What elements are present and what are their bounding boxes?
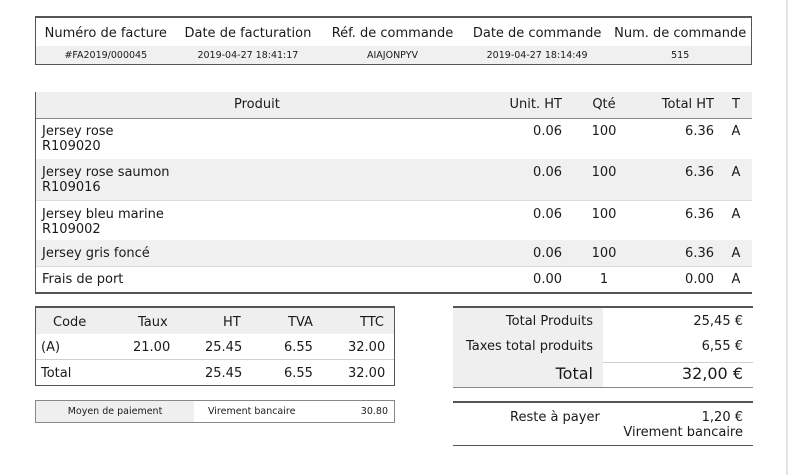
- payment-method-label: Moyen de paiement: [36, 401, 194, 422]
- invoice-info-table: Numéro de facture Date de facturation Ré…: [35, 16, 752, 65]
- tax-total-label: Total: [41, 366, 72, 381]
- product-name: Jersey rose: [42, 124, 114, 139]
- product-tax-code: A: [731, 246, 741, 261]
- product-tax-code: A: [731, 272, 741, 287]
- tax-total-tva: 6.55: [284, 366, 313, 381]
- payment-amount: 30.80: [360, 406, 388, 417]
- tax-row-rate: 21.00: [133, 340, 171, 355]
- order-number: 515: [671, 49, 690, 61]
- product-name: Jersey bleu marine: [42, 207, 164, 222]
- product-ref: R109020: [42, 139, 101, 154]
- header-quantity: Qté: [592, 97, 616, 112]
- product-unit-price: 0.06: [533, 165, 562, 180]
- tax-header-tva: TVA: [288, 315, 313, 330]
- tax-row-ttc: 32.00: [348, 340, 386, 355]
- product-total: 6.36: [685, 124, 714, 139]
- tax-breakdown-table: Code Taux HT TVA TTC (A) 21.00 25.45 6.5…: [35, 306, 395, 386]
- remaining-method: Virement bancaire: [623, 425, 743, 440]
- total-taxes-label: Taxes total produits: [465, 339, 593, 354]
- product-tax-code: A: [731, 124, 741, 139]
- invoice-info-values-row: #FA2019/000045 2019-04-27 18:41:17 AIAJO…: [36, 46, 751, 64]
- tax-row-ht: 25.45: [205, 340, 243, 355]
- product-row: Jersey gris foncé 0.06 100 6.36 A: [36, 240, 752, 267]
- tax-header-row: [36, 308, 394, 334]
- header-order-ref: Réf. de commande: [331, 25, 454, 41]
- product-row: Jersey rose R109020 0.06 100 6.36 A: [36, 119, 752, 160]
- total-products-label: Total Produits: [505, 314, 593, 329]
- shipping-row: Frais de port 0.00 1 0.00 A: [36, 266, 752, 292]
- grand-total-label: Total: [555, 364, 593, 383]
- product-quantity: 100: [591, 246, 617, 261]
- payment-method: Virement bancaire: [208, 406, 296, 417]
- header-invoice-date: Date de facturation: [184, 25, 312, 41]
- tax-header-ht: HT: [223, 315, 241, 330]
- tax-total-ht: 25.45: [205, 366, 243, 381]
- header-invoice-number: Numéro de facture: [44, 25, 167, 41]
- product-tax-code: A: [731, 207, 741, 222]
- product-quantity: 100: [591, 124, 617, 139]
- tax-row-divider: [36, 359, 394, 360]
- product-unit-price: 0.06: [533, 207, 562, 222]
- product-unit-price: 0.06: [533, 246, 562, 261]
- product-row: Jersey rose saumon R109016 0.06 100 6.36…: [36, 159, 752, 201]
- product-row: Jersey bleu marine R109002 0.06 100 6.36…: [36, 200, 752, 241]
- page-edge: [786, 0, 788, 475]
- product-unit-price: 0.06: [533, 124, 562, 139]
- header-total-ht: Total HT: [661, 97, 714, 112]
- remaining-label: Reste à payer: [510, 410, 600, 425]
- remaining-details: 1,20 € Virement bancaire: [623, 410, 743, 440]
- product-total: 6.36: [685, 246, 714, 261]
- order-date: 2019-04-27 18:14:49: [486, 49, 588, 61]
- product-total: 0.00: [685, 272, 714, 287]
- remaining-value: 1,20 €: [701, 410, 743, 425]
- invoice-number: #FA2019/000045: [64, 49, 148, 61]
- products-table: Produit Unit. HT Qté Total HT T Jersey r…: [35, 92, 752, 294]
- tax-total-ttc: 32.00: [348, 366, 386, 381]
- remaining-balance: Reste à payer 1,20 € Virement bancaire: [453, 401, 753, 446]
- tax-header-ttc: TTC: [360, 315, 384, 330]
- totals-top-border: [453, 306, 753, 308]
- invoice-info-header-row: Numéro de facture Date de facturation Ré…: [36, 20, 751, 46]
- product-quantity: 100: [591, 165, 617, 180]
- product-ref: R109016: [42, 180, 101, 195]
- totals-summary: Total Produits 25,45 € Taxes total produ…: [453, 306, 753, 388]
- total-products-value: 25,45 €: [693, 314, 743, 329]
- product-tax-code: A: [731, 165, 741, 180]
- header-order-number: Num. de commande: [614, 25, 747, 41]
- order-ref: AIAJONPYV: [366, 49, 418, 61]
- header-product: Produit: [234, 97, 280, 112]
- totals-bottom-border: [453, 387, 753, 388]
- payment-table: Moyen de paiement Virement bancaire 30.8…: [35, 400, 395, 423]
- tax-row-tva: 6.55: [284, 340, 313, 355]
- product-ref: R109002: [42, 222, 101, 237]
- tax-header-code: Code: [53, 315, 87, 330]
- header-order-date: Date de commande: [472, 25, 602, 41]
- totals-divider: [603, 362, 753, 363]
- header-unit-price: Unit. HT: [509, 97, 562, 112]
- product-name: Frais de port: [42, 272, 124, 287]
- products-header-row: Produit Unit. HT Qté Total HT T: [36, 92, 752, 119]
- grand-total-value: 32,00 €: [681, 364, 743, 383]
- product-total: 6.36: [685, 165, 714, 180]
- product-total: 6.36: [685, 207, 714, 222]
- tax-header-rate: Taux: [138, 315, 168, 330]
- product-name: Jersey rose saumon: [42, 165, 170, 180]
- header-tax-code: T: [732, 97, 740, 112]
- product-name: Jersey gris foncé: [42, 246, 150, 261]
- product-unit-price: 0.00: [533, 272, 562, 287]
- total-taxes-value: 6,55 €: [701, 339, 743, 354]
- product-quantity: 1: [599, 272, 609, 287]
- tax-row-code: (A): [41, 340, 61, 355]
- product-quantity: 100: [591, 207, 617, 222]
- invoice-date: 2019-04-27 18:41:17: [197, 49, 299, 61]
